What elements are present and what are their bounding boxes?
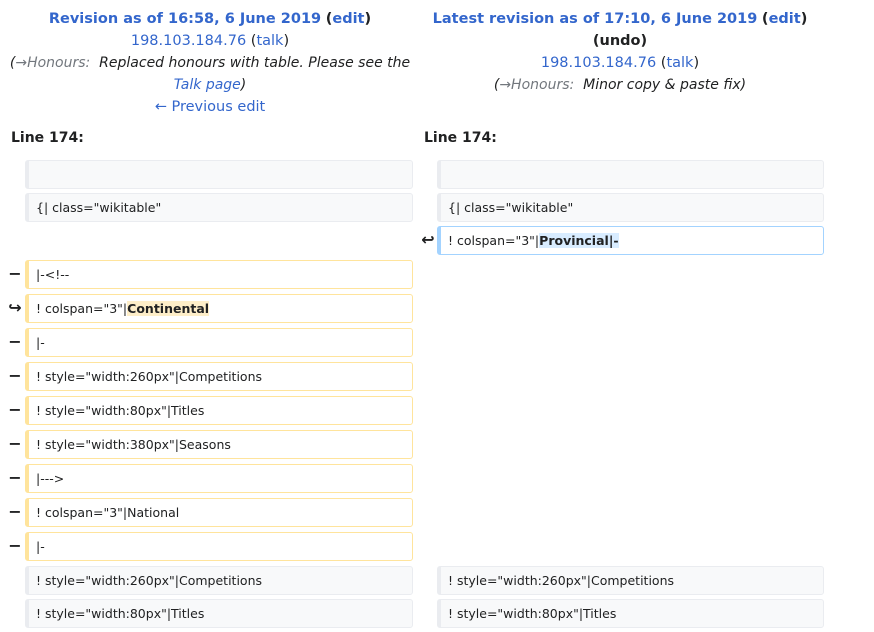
right-revision-header: Latest revision as of 17:10, 6 June 2019… xyxy=(420,8,820,96)
right-summary-section-link[interactable]: →Honours: xyxy=(499,77,574,93)
left-edit-link[interactable]: edit xyxy=(332,11,364,27)
right-edit-link[interactable]: edit xyxy=(769,11,801,27)
left-revision-header: Revision as of 16:58, 6 June 2019 (edit)… xyxy=(9,11,411,115)
deleted-line: |- xyxy=(25,328,413,357)
minus-icon: − xyxy=(8,536,22,555)
left-user-link[interactable]: 198.103.184.76 xyxy=(131,33,246,49)
left-talk-link[interactable]: talk xyxy=(256,33,283,49)
right-talk-link[interactable]: talk xyxy=(666,55,693,71)
deleted-line: ! style="width:80px"|Titles xyxy=(25,396,413,425)
added-line: ! colspan="3"|Provincial|- xyxy=(437,226,824,255)
deleted-line: ! style="width:380px"|Seasons xyxy=(25,430,413,459)
minus-icon: − xyxy=(8,468,22,487)
moved-paragraph-out-icon[interactable]: ↪ xyxy=(5,294,25,322)
deleted-line: |---> xyxy=(25,464,413,493)
right-revision-title-link[interactable]: Latest revision as of 17:10, 6 June 2019 xyxy=(433,11,758,27)
right-line-number: Line 174: xyxy=(424,130,497,146)
deleted-line: ! colspan="3"|Continental xyxy=(25,294,413,323)
deleted-line: |-<!-- xyxy=(25,260,413,289)
moved-paragraph-in-icon[interactable]: ↩ xyxy=(418,226,438,254)
previous-edit-link[interactable]: ← Previous edit xyxy=(155,99,266,115)
deleted-text-highlight: Continental xyxy=(127,301,210,316)
added-text-highlight: Provincial|- xyxy=(539,233,619,248)
context-line-left xyxy=(25,160,413,189)
undo-link[interactable]: undo xyxy=(600,33,641,49)
minus-icon: − xyxy=(8,332,22,351)
context-line-right: {| class="wikitable" xyxy=(437,193,824,222)
talk-page-link[interactable]: Talk page xyxy=(174,77,241,93)
right-edit-summary: (→Honours: Minor copy & paste fix) xyxy=(493,77,747,93)
minus-icon: − xyxy=(8,264,22,283)
left-edit-summary: (→Honours: Replaced honours with table. … xyxy=(9,55,411,71)
minus-icon: − xyxy=(8,502,22,521)
context-line-left: ! style="width:260px"|Competitions xyxy=(25,566,413,595)
minus-icon: − xyxy=(8,366,22,385)
left-summary-section-link[interactable]: →Honours: xyxy=(15,55,90,71)
context-line-right xyxy=(437,160,824,189)
right-user-link[interactable]: 198.103.184.76 xyxy=(541,55,656,71)
context-line-right: ! style="width:80px"|Titles xyxy=(437,599,824,628)
context-line-left: {| class="wikitable" xyxy=(25,193,413,222)
deleted-line: ! style="width:260px"|Competitions xyxy=(25,362,413,391)
deleted-line: ! colspan="3"|National xyxy=(25,498,413,527)
context-line-right: ! style="width:260px"|Competitions xyxy=(437,566,824,595)
left-revision-title-link[interactable]: Revision as of 16:58, 6 June 2019 xyxy=(49,11,321,27)
left-line-number: Line 174: xyxy=(11,130,84,146)
minus-icon: − xyxy=(8,400,22,419)
context-line-left: ! style="width:80px"|Titles xyxy=(25,599,413,628)
minus-icon: − xyxy=(8,434,22,453)
deleted-line: |- xyxy=(25,532,413,561)
